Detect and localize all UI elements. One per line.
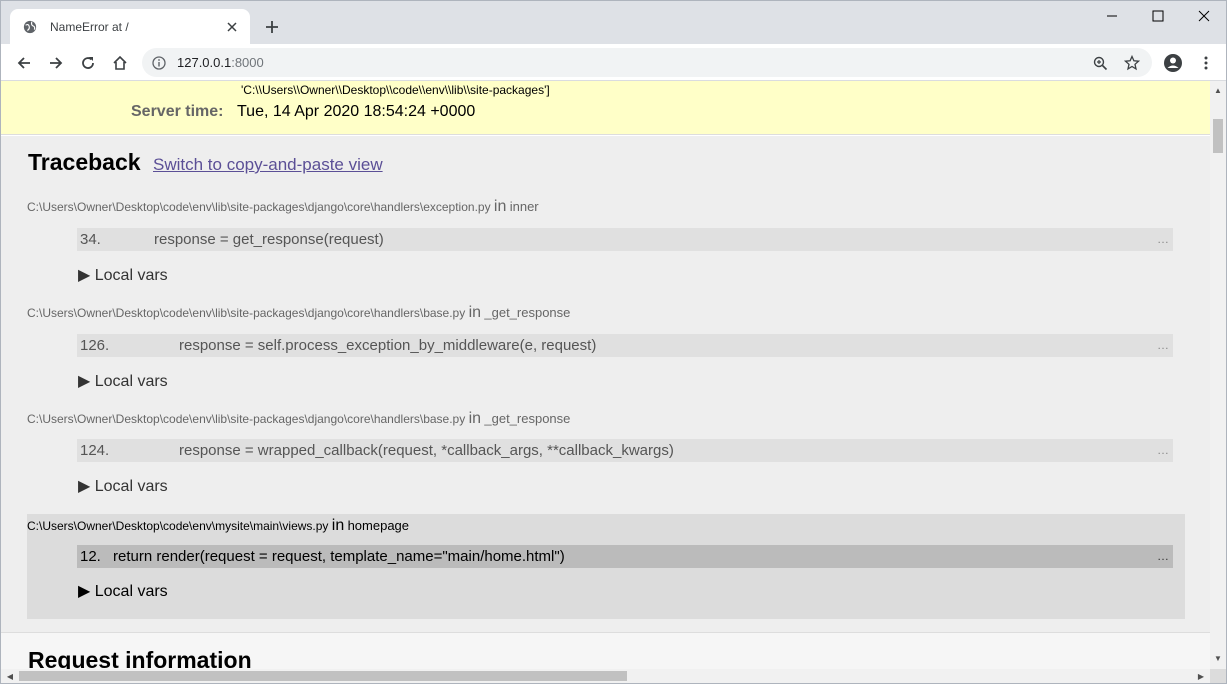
- frame-file-path: C:\Users\Owner\Desktop\code\env\mysite\m…: [27, 519, 329, 533]
- browser-toolbar: 127.0.0.1:8000: [1, 44, 1226, 81]
- traceback-heading: Traceback: [28, 149, 141, 175]
- reload-icon: [82, 57, 94, 69]
- code-text: return render(request = request, templat…: [113, 548, 565, 565]
- frame-file-path: C:\Users\Owner\Desktop\code\env\lib\site…: [27, 412, 466, 426]
- frame-in-word: in: [468, 304, 482, 321]
- python-path-tail: 'C:\\Users\\Owner\\Desktop\\code\\env\\l…: [241, 83, 550, 97]
- zoom-icon[interactable]: [1090, 53, 1110, 73]
- frame-file-path: C:\Users\Owner\Desktop\code\env\lib\site…: [27, 200, 491, 214]
- vertical-scrollbar[interactable]: ▲ ▼: [1210, 81, 1226, 669]
- switch-copy-paste-link[interactable]: Switch to copy-and-paste view: [153, 155, 383, 175]
- local-vars-toggle[interactable]: ▶ Local vars: [78, 371, 168, 391]
- user-code-frame: C:\Users\Owner\Desktop\code\env\mysite\m…: [27, 514, 1185, 619]
- reload-button[interactable]: [75, 50, 101, 76]
- code-text: response = get_response(request): [154, 231, 384, 248]
- local-vars-toggle[interactable]: ▶ Local vars: [78, 476, 168, 496]
- url-port: :8000: [231, 55, 264, 70]
- close-icon: [1198, 10, 1210, 22]
- server-time-label: Server time:: [131, 103, 224, 120]
- vertical-scroll-thumb[interactable]: [1213, 119, 1223, 153]
- frame-in-word: in: [468, 410, 482, 427]
- new-tab-button[interactable]: [261, 16, 283, 38]
- code-text: response = wrapped_callback(request, *ca…: [179, 442, 674, 459]
- frame-function: _get_response: [484, 305, 571, 320]
- expand-context[interactable]: …: [1157, 549, 1169, 563]
- tab-strip: NameError at /: [1, 1, 1226, 44]
- kebab-menu-icon: [1204, 56, 1208, 70]
- info-icon[interactable]: [150, 54, 168, 72]
- scroll-up-icon[interactable]: ▲: [1210, 83, 1226, 97]
- back-button[interactable]: [11, 50, 37, 76]
- expand-context[interactable]: …: [1157, 232, 1169, 246]
- expand-context[interactable]: …: [1157, 338, 1169, 352]
- horizontal-scroll-thumb[interactable]: [19, 671, 627, 681]
- maximize-button[interactable]: [1143, 5, 1173, 27]
- frame-context-line[interactable]: 126. response = self.process_exception_b…: [77, 334, 1173, 357]
- frame-file: C:\Users\Owner\Desktop\code\env\lib\site…: [27, 304, 570, 322]
- frame-function: _get_response: [484, 411, 571, 426]
- line-number: 12.: [80, 548, 101, 565]
- frame-function: homepage: [347, 518, 410, 533]
- window-close-button[interactable]: [1189, 5, 1219, 27]
- frame-context-line[interactable]: 12. return render(request = request, tem…: [77, 545, 1173, 568]
- back-arrow-icon: [17, 57, 30, 69]
- home-icon: [113, 55, 127, 70]
- home-button[interactable]: [107, 50, 133, 76]
- frame-in-word: in: [331, 517, 345, 534]
- page-viewport: 'C:\\Users\\Owner\\Desktop\\code\\env\\l…: [1, 81, 1210, 669]
- frame-function: inner: [509, 199, 539, 214]
- tab-title: NameError at /: [50, 19, 129, 34]
- frame-in-word: in: [493, 198, 507, 215]
- traceback-section: Traceback Switch to copy-and-paste view …: [1, 136, 1210, 632]
- forward-button[interactable]: [43, 50, 69, 76]
- local-vars-toggle[interactable]: ▶ Local vars: [78, 581, 168, 601]
- browser-window: NameError at / 127.0.0.1:8000 'C:\\Users…: [0, 0, 1227, 684]
- url-text[interactable]: 127.0.0.1:8000: [177, 55, 264, 70]
- menu-button[interactable]: [1193, 50, 1219, 76]
- frame-context-line[interactable]: 34. response = get_response(request) …: [77, 228, 1173, 251]
- address-bar[interactable]: 127.0.0.1:8000: [142, 48, 1152, 77]
- forward-arrow-icon: [50, 57, 63, 69]
- tab-active[interactable]: NameError at /: [10, 9, 250, 44]
- globe-icon: [22, 19, 38, 35]
- error-summary: 'C:\\Users\\Owner\\Desktop\\code\\env\\l…: [1, 81, 1210, 135]
- frame-file: C:\Users\Owner\Desktop\code\env\lib\site…: [27, 410, 570, 428]
- frame-file: C:\Users\Owner\Desktop\code\env\lib\site…: [27, 198, 539, 216]
- profile-icon: [1164, 54, 1182, 72]
- star-icon[interactable]: [1122, 53, 1142, 73]
- request-info-section: Request information: [1, 632, 1210, 669]
- frame-context-line[interactable]: 124. response = wrapped_callback(request…: [77, 439, 1173, 462]
- maximize-icon: [1152, 10, 1164, 22]
- scroll-down-icon[interactable]: ▼: [1210, 651, 1226, 665]
- url-host: 127.0.0.1: [177, 55, 232, 70]
- scroll-right-icon[interactable]: ▶: [1194, 669, 1208, 683]
- scrollbar-corner: [1210, 669, 1226, 683]
- scroll-left-icon[interactable]: ◀: [3, 669, 17, 683]
- minimize-button[interactable]: [1097, 5, 1127, 27]
- line-number: 126.: [80, 337, 110, 354]
- expand-context[interactable]: …: [1157, 443, 1169, 457]
- code-text: response = self.process_exception_by_mid…: [179, 337, 597, 354]
- server-time-value: Tue, 14 Apr 2020 18:54:24 +0000: [237, 103, 476, 120]
- frame-file: C:\Users\Owner\Desktop\code\env\mysite\m…: [27, 517, 409, 535]
- plus-icon: [266, 21, 278, 33]
- line-number: 34.: [80, 231, 101, 248]
- profile-button[interactable]: [1160, 50, 1186, 76]
- local-vars-toggle[interactable]: ▶ Local vars: [78, 265, 168, 285]
- horizontal-scrollbar[interactable]: ◀ ▶: [1, 669, 1210, 683]
- line-number: 124.: [80, 442, 110, 459]
- close-icon[interactable]: [224, 19, 240, 35]
- request-info-heading: Request information: [28, 647, 252, 669]
- minimize-icon: [1107, 15, 1117, 17]
- frame-file-path: C:\Users\Owner\Desktop\code\env\lib\site…: [27, 306, 466, 320]
